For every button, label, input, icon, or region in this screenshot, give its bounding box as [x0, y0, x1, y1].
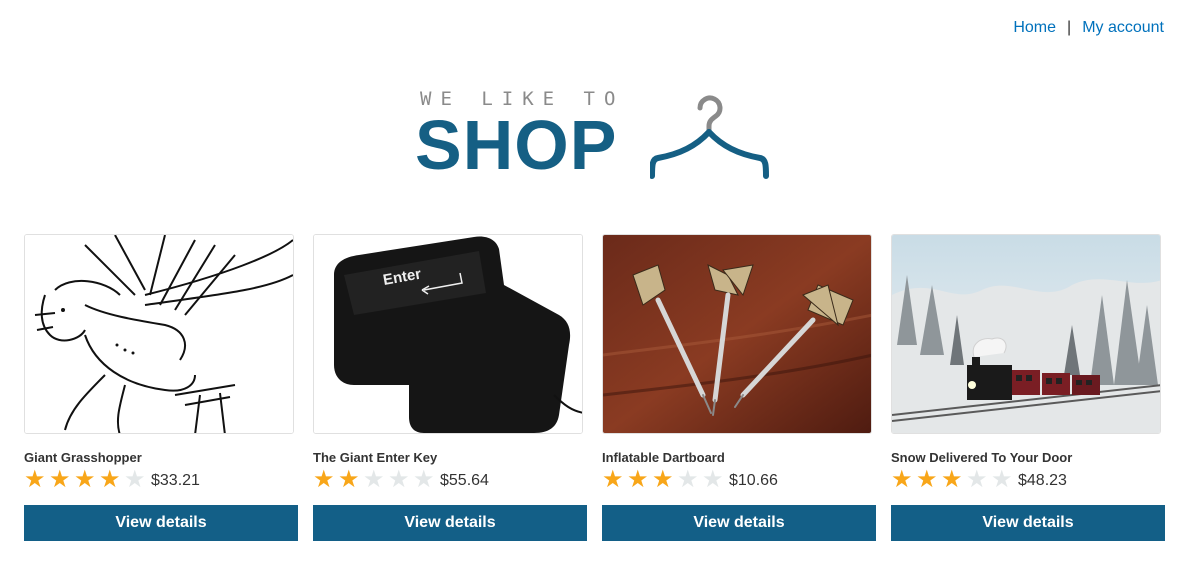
star-empty-icon: ★ [124, 464, 146, 493]
star-rating: ★ ★ ★ ★ ★ [602, 467, 727, 492]
view-details-button[interactable]: View details [24, 505, 298, 541]
product-card: Giant Grasshopper ★ ★ ★ ★ ★ $33.21 View deta… [24, 234, 298, 541]
product-price: $55.64 [440, 472, 489, 489]
view-details-button[interactable]: View details [313, 505, 587, 541]
product-grid: Giant Grasshopper ★ ★ ★ ★ ★ $33.21 View deta… [24, 234, 1165, 541]
product-rating-row: ★ ★ ★ ★ ★ $33.21 [24, 466, 298, 492]
product-image-grasshopper[interactable] [24, 234, 294, 434]
star-empty-icon: ★ [991, 464, 1013, 493]
product-rating-row: ★ ★ ★ ★ ★ $10.66 [602, 466, 876, 492]
star-empty-icon: ★ [702, 464, 724, 493]
product-name: Snow Delivered To Your Door [891, 450, 1073, 465]
product-name: Inflatable Dartboard [602, 450, 725, 465]
product-image-snow-train[interactable] [891, 234, 1161, 434]
home-link[interactable]: Home [1013, 19, 1056, 37]
product-price: $33.21 [151, 472, 200, 489]
product-card: Snow Delivered To Your Door ★ ★ ★ ★ ★ $48.23… [891, 234, 1165, 541]
star-filled-icon: ★ [74, 464, 96, 493]
star-filled-icon: ★ [602, 464, 624, 493]
my-account-link[interactable]: My account [1082, 19, 1164, 37]
star-filled-icon: ★ [891, 464, 913, 493]
product-name: The Giant Enter Key [313, 450, 438, 465]
top-nav: Home | My account [1013, 19, 1164, 37]
star-empty-icon: ★ [966, 464, 988, 493]
star-empty-icon: ★ [363, 464, 385, 493]
star-rating: ★ ★ ★ ★ ★ [891, 467, 1016, 492]
product-name: Giant Grasshopper [24, 450, 142, 465]
view-details-button[interactable]: View details [891, 505, 1165, 541]
nav-separator: | [1067, 19, 1072, 36]
product-image-darts[interactable] [602, 234, 872, 434]
star-empty-icon: ★ [413, 464, 435, 493]
star-filled-icon: ★ [652, 464, 674, 493]
product-image-enter-key[interactable]: Enter [313, 234, 583, 434]
site-logo[interactable]: WE LIKE TO SHOP [415, 86, 778, 186]
product-rating-row: ★ ★ ★ ★ ★ $48.23 [891, 466, 1165, 492]
star-filled-icon: ★ [49, 464, 71, 493]
logo-wordmark: SHOP [415, 106, 618, 184]
product-price: $48.23 [1018, 472, 1067, 489]
star-filled-icon: ★ [941, 464, 963, 493]
star-filled-icon: ★ [24, 464, 46, 493]
star-filled-icon: ★ [338, 464, 360, 493]
view-details-button[interactable]: View details [602, 505, 876, 541]
star-filled-icon: ★ [916, 464, 938, 493]
star-rating: ★ ★ ★ ★ ★ [24, 467, 149, 492]
star-filled-icon: ★ [627, 464, 649, 493]
shop-page: Home | My account WE LIKE TO SHOP Giant … [0, 0, 1191, 563]
star-rating: ★ ★ ★ ★ ★ [313, 467, 438, 492]
star-empty-icon: ★ [388, 464, 410, 493]
product-rating-row: ★ ★ ★ ★ ★ $55.64 [313, 466, 587, 492]
star-empty-icon: ★ [677, 464, 699, 493]
product-card: Enter The Giant Enter Key ★ ★ ★ ★ ★ $55.64 V… [313, 234, 587, 541]
product-price: $10.66 [729, 472, 778, 489]
star-filled-icon: ★ [99, 464, 121, 493]
product-card: Inflatable Dartboard ★ ★ ★ ★ ★ $10.66 View d… [602, 234, 876, 541]
hanger-icon [650, 95, 769, 179]
star-filled-icon: ★ [313, 464, 335, 493]
